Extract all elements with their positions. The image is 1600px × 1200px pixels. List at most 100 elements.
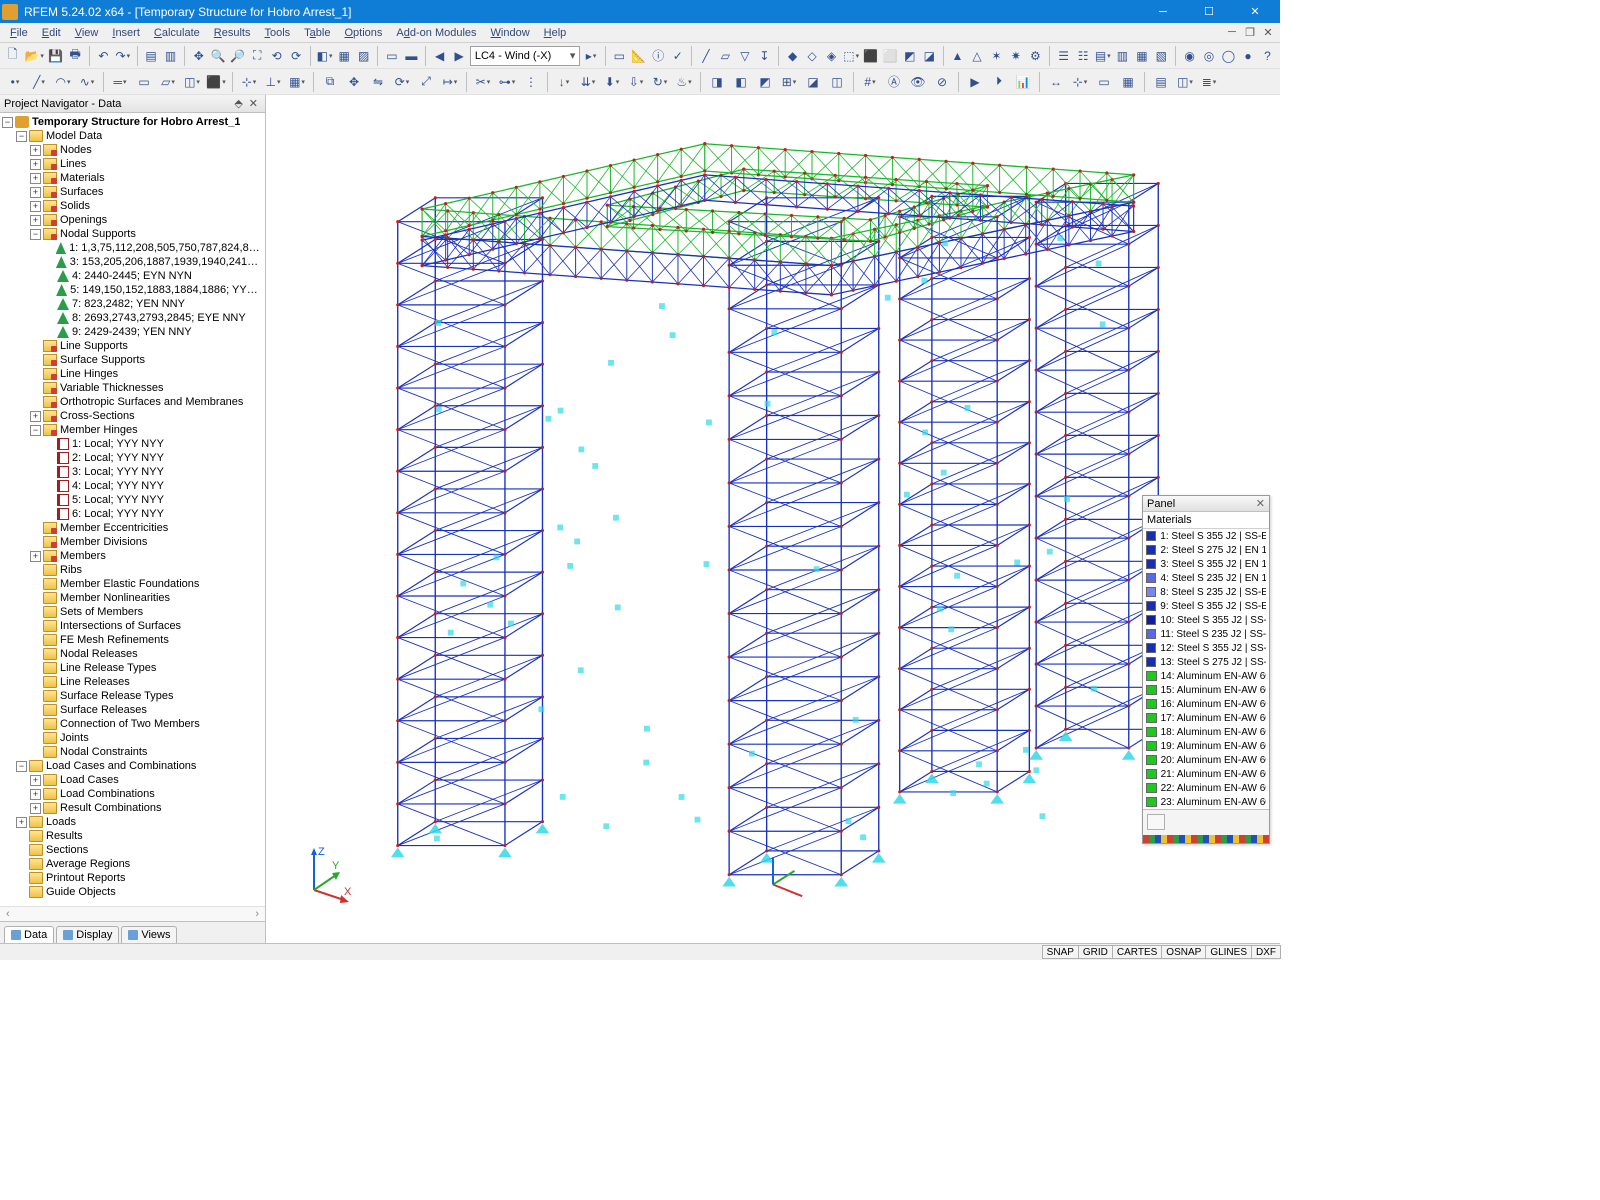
grid2-button[interactable]: ▦	[1117, 71, 1139, 93]
load-l-button[interactable]: ⇊	[577, 71, 599, 93]
material-row[interactable]: 18: Aluminum EN-AW 60	[1143, 725, 1269, 739]
scale-button[interactable]: ⤢	[415, 71, 437, 93]
material-row[interactable]: 20: Aluminum EN-AW 60	[1143, 753, 1269, 767]
lc-next-button[interactable]: ▶	[450, 45, 467, 67]
tree-item[interactable]: 1: 1,3,75,112,208,505,750,787,824,861,89…	[0, 241, 265, 255]
dim-button[interactable]: ↔	[1045, 71, 1067, 93]
tree-item[interactable]: +Cross-Sections	[0, 409, 265, 423]
tree-item[interactable]: 1: Local; YYY NYY	[0, 437, 265, 451]
tree-item[interactable]: +Load Combinations	[0, 787, 265, 801]
menu-tools[interactable]: Tools	[258, 25, 296, 41]
tree-item[interactable]: Guide Objects	[0, 885, 265, 899]
mdi-restore-icon[interactable]: ❐	[1242, 26, 1258, 39]
tool-b4-button[interactable]: ✷	[1007, 45, 1024, 67]
material-row[interactable]: 17: Aluminum EN-AW 60	[1143, 711, 1269, 725]
zoom-prev-button[interactable]: ⟲	[268, 45, 285, 67]
material-row[interactable]: 9: Steel S 355 J2 | SS-EN	[1143, 599, 1269, 613]
tree-item[interactable]: Variable Thicknesses	[0, 381, 265, 395]
node-button[interactable]: •	[4, 71, 26, 93]
tree-item[interactable]: Nodal Constraints	[0, 745, 265, 759]
tree-item[interactable]: Line Release Types	[0, 661, 265, 675]
material-row[interactable]: 23: Aluminum EN-AW 60	[1143, 795, 1269, 809]
material-row[interactable]: 15: Aluminum EN-AW 60	[1143, 683, 1269, 697]
material-row[interactable]: 21: Aluminum EN-AW 60	[1143, 767, 1269, 781]
status-cartes[interactable]: CARTES	[1112, 945, 1162, 959]
pin-icon[interactable]: ⬘	[231, 97, 245, 110]
tool-help-button[interactable]: ?	[1259, 45, 1276, 67]
material-row[interactable]: 16: Aluminum EN-AW 60	[1143, 697, 1269, 711]
undo-button[interactable]: ↶	[95, 45, 112, 67]
menu-options[interactable]: Options	[338, 25, 388, 41]
member-button[interactable]: ═	[109, 71, 131, 93]
tool-d4-button[interactable]: ●	[1239, 45, 1256, 67]
tree-item[interactable]: 4: Local; YYY NYY	[0, 479, 265, 493]
mirror-button[interactable]: ⇋	[367, 71, 389, 93]
tree-item[interactable]: 7: 823,2482; YEN NNY	[0, 297, 265, 311]
load-f-button[interactable]: ⇩	[625, 71, 647, 93]
extend-button[interactable]: ↦	[439, 71, 461, 93]
split-button[interactable]: ✂	[472, 71, 494, 93]
tool-a4-button[interactable]: ⬚	[842, 45, 860, 67]
number-button[interactable]: #	[859, 71, 881, 93]
status-grid[interactable]: GRID	[1078, 945, 1113, 959]
tool-d2-button[interactable]: ◎	[1200, 45, 1217, 67]
grid-button[interactable]: ▦	[286, 71, 308, 93]
zoom-in-button[interactable]: 🔍	[210, 45, 227, 67]
tree-item[interactable]: 8: 2693,2743,2793,2845; EYE NNY	[0, 311, 265, 325]
nav-tree-button[interactable]: ▤	[142, 45, 159, 67]
hide-button[interactable]: ⊘	[931, 71, 953, 93]
load-n-button[interactable]: ↓	[553, 71, 575, 93]
tool-c2-button[interactable]: ☷	[1074, 45, 1091, 67]
render-wire-button[interactable]: ▭	[383, 45, 400, 67]
tree-item[interactable]: 5: 149,150,152,1883,1884,1886; YYE NNY	[0, 283, 265, 297]
tool-a8-button[interactable]: ◪	[921, 45, 938, 67]
tree-item[interactable]: 3: 153,205,206,1887,1939,1940,2419-2428;	[0, 255, 265, 269]
tool-c4-button[interactable]: ▥	[1114, 45, 1131, 67]
tree-item[interactable]: Member Divisions	[0, 535, 265, 549]
render-solid-button[interactable]: ▬	[403, 45, 420, 67]
tree-item[interactable]: +Openings	[0, 213, 265, 227]
tool-a7-button[interactable]: ◩	[901, 45, 918, 67]
ortho-button[interactable]: ⊥	[262, 71, 284, 93]
panel-mode-button[interactable]	[1147, 814, 1165, 830]
tree-item[interactable]: Member Elastic Foundations	[0, 577, 265, 591]
menu-addon-modules[interactable]: Add-on Modules	[390, 25, 482, 41]
maximize-button[interactable]: ☐	[1186, 0, 1232, 23]
tool-b3-button[interactable]: ✶	[988, 45, 1005, 67]
show-button[interactable]: 👁	[907, 71, 929, 93]
material-row[interactable]: 10: Steel S 355 J2 | SS-E	[1143, 613, 1269, 627]
tree-item[interactable]: Results	[0, 829, 265, 843]
load-m-button[interactable]: ↻	[649, 71, 671, 93]
rect-button[interactable]: ▭	[133, 71, 155, 93]
tree-item[interactable]: −Member Hinges	[0, 423, 265, 437]
calc-button[interactable]: ▶	[964, 71, 986, 93]
tree-item[interactable]: −Load Cases and Combinations	[0, 759, 265, 773]
rotate-obj-button[interactable]: ⟳	[391, 71, 413, 93]
menu-table[interactable]: Table	[298, 25, 336, 41]
lc-step-button[interactable]: ▸	[582, 45, 599, 67]
results-button[interactable]: 📊	[1012, 71, 1034, 93]
tree-item[interactable]: −Nodal Supports	[0, 227, 265, 241]
tree-item[interactable]: Ribs	[0, 563, 265, 577]
navigator-close-icon[interactable]: ✕	[246, 97, 261, 110]
surface-button[interactable]: ▱	[157, 71, 179, 93]
zoom-out-button[interactable]: 🔎	[229, 45, 246, 67]
tree-item[interactable]: Printout Reports	[0, 871, 265, 885]
material-row[interactable]: 13: Steel S 275 J2 | SS-E	[1143, 655, 1269, 669]
tree-item[interactable]: Average Regions	[0, 857, 265, 871]
tree-item[interactable]: 3: Local; YYY NYY	[0, 465, 265, 479]
menu-help[interactable]: Help	[538, 25, 573, 41]
zoom-extents-button[interactable]: ⛶	[248, 45, 265, 67]
material-row[interactable]: 2: Steel S 275 J2 | EN 10	[1143, 543, 1269, 557]
ucs-button[interactable]: ⊹	[1069, 71, 1091, 93]
menu-calculate[interactable]: Calculate	[148, 25, 206, 41]
mdi-close-icon[interactable]: ✕	[1260, 26, 1276, 39]
load-s-button[interactable]: ⬇	[601, 71, 623, 93]
tree-item[interactable]: Connection of Two Members	[0, 717, 265, 731]
tree-item[interactable]: Joints	[0, 731, 265, 745]
tool-info-button[interactable]: ⓘ	[650, 45, 667, 67]
tree-item[interactable]: +Result Combinations	[0, 801, 265, 815]
print-button[interactable]: 🖶	[66, 45, 83, 67]
status-dxf[interactable]: DXF	[1251, 945, 1281, 959]
tree-item[interactable]: +Lines	[0, 157, 265, 171]
